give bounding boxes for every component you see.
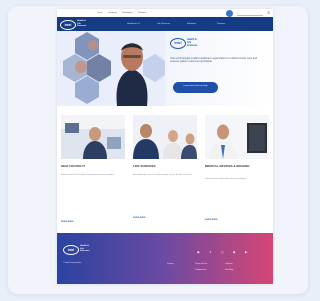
intel-logo[interactable]: intel bbox=[60, 20, 76, 30]
card-description: Accelerating research and discovery acro… bbox=[133, 174, 193, 176]
card-title: HEALTHCARE IT bbox=[61, 164, 85, 168]
top-nav-item[interactable]: Developers bbox=[122, 12, 133, 14]
account-icon[interactable] bbox=[226, 9, 233, 17]
top-nav-item[interactable]: Company bbox=[108, 12, 117, 14]
instagram-icon[interactable]: ◻ bbox=[221, 250, 224, 254]
web-page: Users Company Developers Partners ⌕ ☰ in… bbox=[57, 9, 273, 284]
brand-nav-item[interactable]: Life Sciences bbox=[157, 23, 170, 25]
rss-icon[interactable]: ◉ bbox=[197, 250, 200, 254]
brand-bar: intel Health & Life Sciences Healthcare … bbox=[57, 17, 273, 31]
facebook-icon[interactable]: ◆ bbox=[233, 250, 235, 254]
footer-brand-subtitle: Health & Life Sciences bbox=[80, 245, 90, 253]
feature-card[interactable]: HEALTHCARE IT Explore how Intel enables … bbox=[61, 115, 125, 227]
brand-nav-item[interactable]: Solutions bbox=[187, 23, 196, 25]
hero-section: intel Health & Life Sciences Intel techn… bbox=[57, 31, 273, 106]
twitter-icon[interactable]: ✦ bbox=[209, 250, 212, 254]
footer-link[interactable]: Cookies bbox=[225, 263, 233, 265]
card-description: Solutions for medical devices and imagin… bbox=[205, 178, 247, 180]
top-nav: Users Company Developers Partners ⌕ ☰ bbox=[57, 9, 273, 17]
card-image bbox=[205, 115, 269, 159]
hero-cta-button[interactable]: Learn how Intel can help bbox=[173, 82, 218, 93]
card-title: MEDICAL DEVICES & IMAGING bbox=[205, 164, 250, 168]
card-image bbox=[61, 115, 125, 159]
footer-link[interactable]: Site Map bbox=[225, 269, 233, 271]
footer-copyright: © Intel Corporation bbox=[63, 262, 82, 264]
search-input[interactable]: ⌕ bbox=[237, 11, 263, 16]
feature-cards: HEALTHCARE IT Explore how Intel enables … bbox=[61, 115, 269, 227]
card-title: LIFE SCIENCES bbox=[133, 164, 156, 168]
brand-nav-item[interactable]: Healthcare IT bbox=[127, 23, 140, 25]
hamburger-icon[interactable]: ☰ bbox=[267, 11, 270, 15]
card-link[interactable]: Learn more bbox=[61, 221, 125, 223]
footer-link[interactable]: Terms of Use bbox=[195, 263, 207, 265]
hero-image bbox=[57, 31, 165, 106]
footer-link[interactable]: Privacy bbox=[167, 263, 174, 265]
feature-card[interactable]: MEDICAL DEVICES & IMAGING Solutions for … bbox=[205, 115, 269, 227]
brand-subtitle: Health & Life Sciences bbox=[77, 20, 87, 28]
footer-intel-logo[interactable]: intel bbox=[63, 245, 79, 255]
hero-description: Intel technologies enable healthcare org… bbox=[170, 57, 258, 64]
hero-intel-logo: intel bbox=[170, 38, 186, 49]
card-description: Explore how Intel enables hospitals and … bbox=[61, 174, 115, 176]
youtube-icon[interactable]: ▶ bbox=[245, 250, 247, 254]
feature-card[interactable]: LIFE SCIENCES Accelerating research and … bbox=[133, 115, 197, 227]
hero-brand-subtitle: Health & Life Sciences bbox=[187, 38, 198, 47]
card-image bbox=[133, 115, 197, 159]
site-footer: intel Health & Life Sciences © Intel Cor… bbox=[57, 233, 273, 284]
top-nav-item[interactable]: Partners bbox=[138, 12, 146, 14]
footer-link[interactable]: Trademarks bbox=[195, 269, 206, 271]
top-nav-item[interactable]: Users bbox=[97, 12, 103, 14]
card-link[interactable]: Learn more bbox=[205, 219, 269, 221]
search-icon: ⌕ bbox=[237, 11, 239, 15]
card-link[interactable]: Learn more bbox=[133, 217, 197, 219]
brand-nav-item[interactable]: Partners bbox=[217, 23, 225, 25]
